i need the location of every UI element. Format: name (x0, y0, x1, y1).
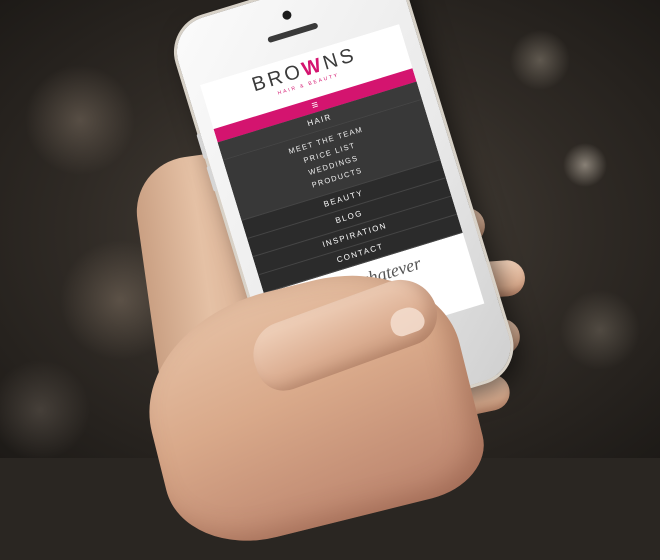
earpiece-speaker (267, 22, 319, 44)
hamburger-icon: ≡ (310, 98, 320, 113)
front-camera (281, 9, 293, 21)
